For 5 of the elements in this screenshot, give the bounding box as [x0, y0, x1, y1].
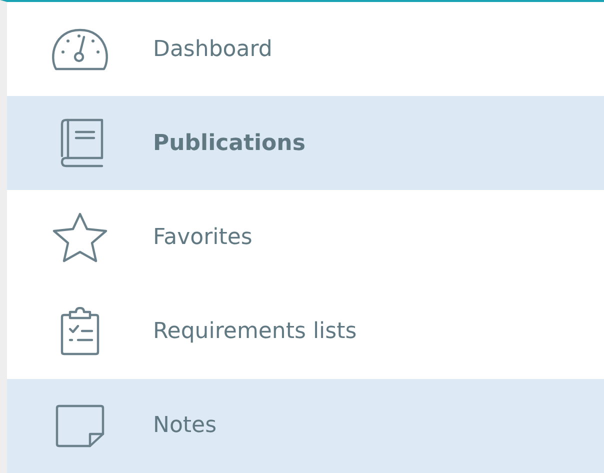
sidebar-item[interactable]: Notes: [7, 378, 604, 473]
note-icon: [54, 404, 106, 448]
star-icon: [51, 212, 109, 264]
clipboard-checklist-icon: [58, 306, 102, 357]
sidebar-item[interactable]: Publications: [7, 96, 604, 190]
